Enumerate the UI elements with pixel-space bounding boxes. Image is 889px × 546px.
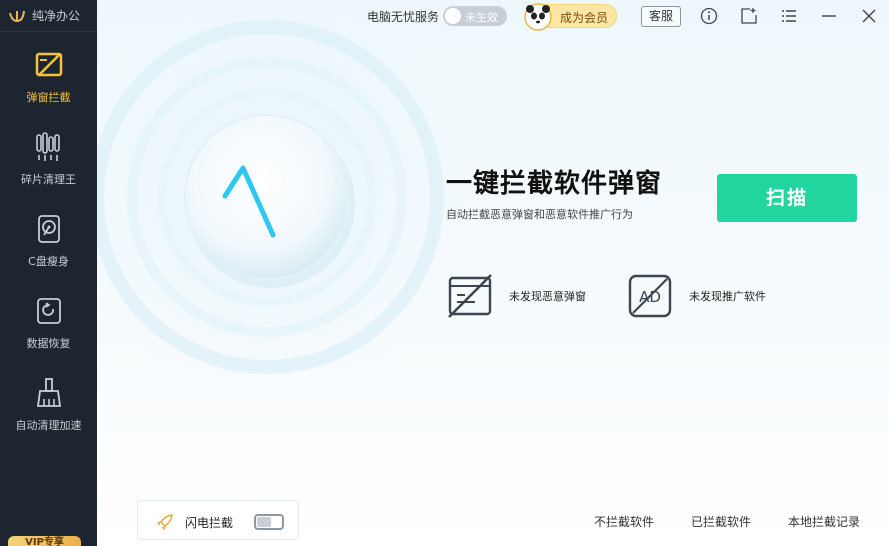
status-ad-label: 未发现推广软件: [689, 290, 766, 303]
ad-icon: AD: [628, 274, 672, 318]
sidebar-item-disk-slim[interactable]: C盘瘦身: [0, 213, 97, 293]
sidebar-item-popup-block[interactable]: 弹窗拦截: [0, 49, 97, 129]
sidebar-item-label: 碎片清理王: [21, 173, 76, 186]
link-local-block-log[interactable]: 本地拦截记录: [788, 513, 860, 530]
service-label: 电脑无忧服务: [367, 10, 440, 24]
status-popup: 未发现恶意弹窗: [447, 273, 586, 319]
service-toggle[interactable]: 未生效: [443, 6, 507, 26]
vip-badge[interactable]: VIP专享: [8, 536, 81, 546]
brand-logo-icon: [9, 10, 25, 22]
sidebar-item-label: 弹窗拦截: [26, 91, 71, 104]
title-bar: 电脑无忧服务 未生效 成为会员 客服: [97, 0, 889, 32]
link-blocked-software[interactable]: 已拦截软件: [691, 513, 751, 530]
support-button[interactable]: 客服: [641, 6, 681, 27]
status-ad: AD 未发现推广软件: [627, 273, 766, 319]
minimize-icon[interactable]: [820, 7, 838, 25]
brand: 纯净办公: [0, 0, 97, 32]
close-icon[interactable]: [860, 7, 878, 25]
popup-block-icon: [35, 52, 62, 77]
flash-block-panel: 闪电拦截: [137, 500, 299, 540]
disk-slim-icon: [37, 215, 60, 243]
sidebar-item-fragment-clean[interactable]: 碎片清理王: [0, 131, 97, 211]
hero-subtitle: 自动拦截恶意弹窗和恶意软件推广行为: [446, 208, 633, 221]
scan-button[interactable]: 扫描: [717, 174, 857, 222]
popup-window-icon: [448, 274, 492, 318]
feedback-icon[interactable]: [740, 7, 758, 25]
info-icon[interactable]: [700, 7, 718, 25]
toggle-knob: [445, 8, 461, 24]
main-panel: 电脑无忧服务 未生效 成为会员 客服 一键拦截软件弹窗 自动拦截恶意弹窗和恶意软…: [97, 0, 889, 546]
rocket-icon: [156, 514, 173, 531]
hero-title: 一键拦截软件弹窗: [446, 169, 663, 199]
menu-icon[interactable]: [780, 7, 798, 25]
fragment-clean-icon: [35, 132, 60, 161]
flash-block-toggle[interactable]: [254, 514, 284, 530]
flash-block-label: 闪电拦截: [185, 516, 234, 530]
sidebar-item-auto-clean[interactable]: 自动清理加速: [0, 377, 97, 457]
auto-clean-icon: [36, 378, 61, 407]
service-status-text: 未生效: [465, 11, 498, 24]
sidebar-item-label: C盘瘦身: [28, 255, 69, 268]
scan-orb-decoration: [97, 0, 477, 407]
sidebar-item-label: 数据恢复: [26, 337, 71, 350]
sidebar: 纯净办公 弹窗拦截 碎片清理王 C盘瘦身 数据恢复 自动清理加速 VIP专享: [0, 0, 97, 546]
link-whitelist[interactable]: 不拦截软件: [594, 513, 654, 530]
become-member-button[interactable]: 成为会员: [524, 3, 617, 31]
data-recovery-icon: [36, 298, 61, 324]
sidebar-item-data-recovery[interactable]: 数据恢复: [0, 295, 97, 375]
member-label: 成为会员: [560, 11, 609, 25]
sidebar-item-label: 自动清理加速: [15, 419, 82, 432]
app-name: 纯净办公: [32, 9, 81, 23]
panda-avatar-icon: [524, 3, 552, 31]
status-popup-label: 未发现恶意弹窗: [509, 290, 586, 303]
